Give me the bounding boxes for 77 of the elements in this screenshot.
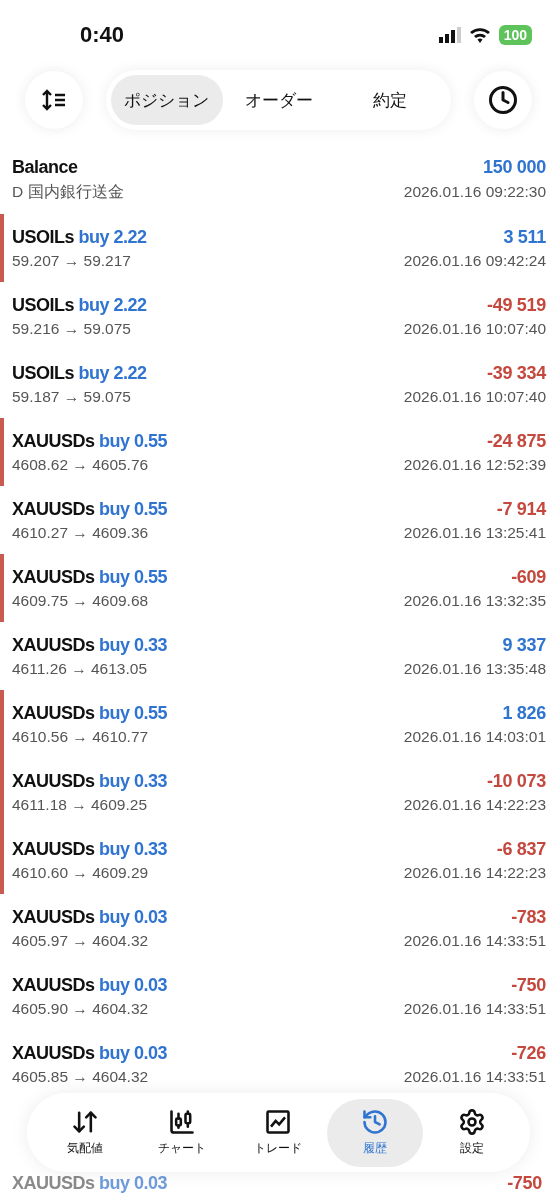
deal-time: 2026.01.16 12:52:39 (403, 455, 546, 474)
deal-title: XAUUSDs buy 0.55 (12, 566, 168, 588)
deal-title: XAUUSDs buy 0.55 (12, 702, 168, 724)
up-down-arrows-icon (71, 1108, 100, 1136)
deal-time: 2026.01.16 13:25:41 (403, 523, 546, 542)
wifi-icon (468, 27, 491, 43)
balance-note: D 国内銀行送金 (12, 182, 124, 202)
tab-bar-item[interactable]: チャート (133, 1098, 231, 1167)
deal-prices: 4610.27 → 4609.36 (12, 523, 149, 542)
deal-title: USOILs buy 2.22 (12, 362, 147, 384)
clock-time: 0:40 (80, 22, 125, 48)
deal-prices: 4611.18 → 4609.25 (12, 795, 148, 814)
deal-time: 2026.01.16 14:33:51 (403, 931, 546, 950)
deal-title: USOILs buy 2.22 (12, 226, 147, 248)
deal-prices: 4605.90 → 4604.32 (12, 999, 149, 1018)
settings-icon (457, 1108, 486, 1136)
deal-profit: 1 826 (502, 702, 546, 724)
balance-amount: 150 000 (483, 157, 546, 178)
deal-prices: 4611.26 → 4613.05 (12, 659, 148, 678)
deal-time: 2026.01.16 09:42:24 (403, 251, 546, 270)
deal-time: 2026.01.16 14:22:23 (403, 863, 546, 882)
tab-bar-item[interactable]: トレード (230, 1098, 327, 1167)
deal-profit: 9 337 (502, 634, 546, 656)
deal-profit: -24 875 (487, 430, 546, 452)
deal-time: 2026.01.16 10:07:40 (403, 387, 546, 406)
deal-profit: -39 334 (487, 362, 546, 384)
deal-time: 2026.01.16 13:32:35 (403, 591, 546, 610)
deal-profit: -750 (511, 974, 546, 996)
deal-profit: -726 (511, 1042, 546, 1064)
deal-profit: -750 (507, 1172, 542, 1194)
deal-time: 2026.01.16 14:22:23 (403, 795, 546, 814)
deal-title: XAUUSDs buy 0.55 (12, 498, 168, 520)
candlestick-icon (167, 1108, 196, 1136)
deal-prices: 4608.62 → 4605.76 (12, 455, 149, 474)
deal-time: 2026.01.16 10:07:40 (403, 319, 546, 338)
deal-title: XAUUSDs buy 0.03 (12, 1172, 168, 1194)
sort-icon (41, 89, 67, 111)
deal-prices: 59.187 → 59.075 (12, 387, 131, 406)
deal-prices: 4610.60 → 4609.29 (12, 863, 149, 882)
deal-time: 2026.01.16 13:35:48 (403, 659, 546, 678)
deal-title: XAUUSDs buy 0.33 (12, 634, 168, 656)
deal-title: XAUUSDs buy 0.03 (12, 1042, 168, 1064)
segment-tab[interactable]: オーダー (222, 75, 335, 125)
battery-level: 100 (498, 25, 532, 45)
deal-title: XAUUSDs buy 0.33 (12, 770, 168, 792)
deal-prices: 4605.85 → 4604.32 (12, 1067, 149, 1086)
tab-bar-item[interactable]: 履歴 (326, 1098, 424, 1167)
deal-time: 2026.01.16 14:33:51 (403, 999, 546, 1018)
deal-time: 2026.01.16 09:22:30 (403, 183, 546, 201)
deal-profit: 3 511 (503, 226, 546, 248)
deal-title: XAUUSDs buy 0.55 (12, 430, 168, 452)
tab-bar-item[interactable]: 設定 (423, 1098, 520, 1167)
deal-time: 2026.01.16 14:03:01 (403, 727, 546, 746)
segment-tab[interactable]: ポジション (111, 75, 223, 125)
deal-profit: -609 (511, 566, 546, 588)
deal-title: USOILs buy 2.22 (12, 294, 147, 316)
deal-profit: -10 073 (487, 770, 546, 792)
deal-title: XAUUSDs buy 0.03 (12, 974, 168, 996)
deal-profit: -7 914 (496, 498, 546, 520)
signal-icon (438, 27, 461, 43)
history-icon (361, 1108, 390, 1136)
clock-icon (488, 85, 518, 115)
segment-tab[interactable]: 約定 (334, 75, 446, 125)
deal-prices: 4610.56 → 4610.77 (12, 727, 149, 746)
deal-prices: 59.216 → 59.075 (12, 319, 131, 338)
deal-profit: -49 519 (487, 294, 546, 316)
deal-prices: 4609.75 → 4609.68 (12, 591, 149, 610)
line-chart-icon (264, 1108, 293, 1136)
deal-profit: -6 837 (496, 838, 546, 860)
deal-title: XAUUSDs buy 0.33 (12, 838, 168, 860)
deal-prices: 59.207 → 59.217 (12, 251, 131, 270)
deal-profit: -783 (511, 906, 546, 928)
tab-bar-item[interactable]: 気配値 (37, 1098, 134, 1167)
deal-title: XAUUSDs buy 0.03 (12, 906, 168, 928)
deal-prices: 4605.97 → 4604.32 (12, 931, 149, 950)
deal-time: 2026.01.16 14:33:51 (403, 1067, 546, 1086)
balance-title: Balance (12, 157, 78, 178)
